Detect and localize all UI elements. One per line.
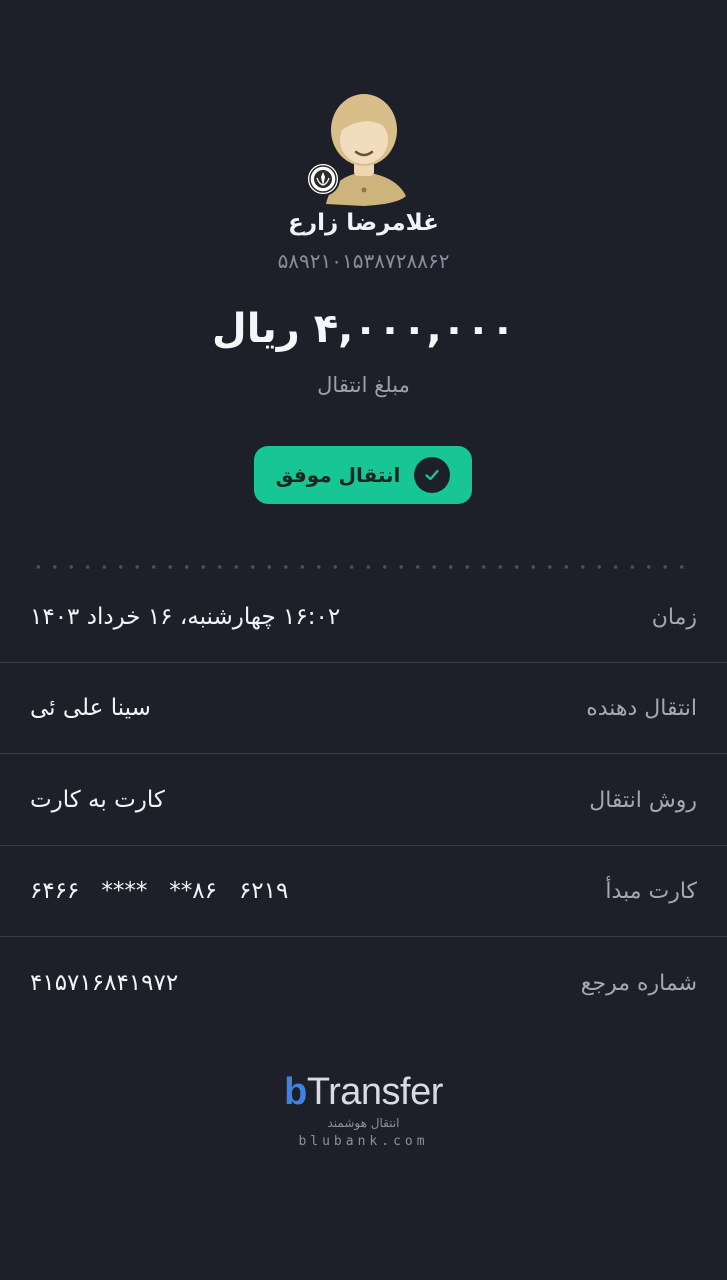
detail-row-reference: شماره مرجع ۴۱۵۷۱۶۸۴۱۹۷۲	[0, 938, 727, 1029]
detail-value: ۴۱۵۷۱۶۸۴۱۹۷۲	[30, 970, 179, 996]
detail-label: کارت مبدأ	[605, 879, 697, 904]
transfer-receipt-screen: غلامرضا زارع ۵۸۹۲۱۰۱۵۳۸۷۲۸۸۶۲ ۴,۰۰۰,۰۰۰ …	[0, 0, 727, 1280]
recipient-avatar	[302, 92, 422, 210]
brand-transfer-text: Transfer	[306, 1071, 444, 1113]
detail-label: روش انتقال	[589, 788, 697, 813]
detail-value: ۱۶:۰۲ چهارشنبه، ۱۶ خرداد ۱۴۰۳	[30, 604, 341, 630]
brand-wordmark: bTransfer	[284, 1070, 443, 1114]
brand-b-letter: b	[284, 1071, 307, 1113]
detail-label: زمان	[651, 605, 697, 630]
detail-row-sender: انتقال دهنده سینا علی ئی	[0, 663, 727, 754]
detail-value: سینا علی ئی	[30, 695, 151, 721]
transfer-amount: ۴,۰۰۰,۰۰۰ ریال	[212, 306, 515, 352]
status-badge: انتقال موفق	[254, 446, 472, 504]
recipient-card-number: ۵۸۹۲۱۰۱۵۳۸۷۲۸۸۶۲	[277, 249, 450, 273]
detail-value: کارت به کارت	[30, 787, 165, 813]
brand-tagline: انتقال هوشمند	[327, 1116, 400, 1130]
dotted-divider	[30, 565, 690, 569]
brand-domain: blubank.com	[298, 1134, 429, 1149]
detail-label: شماره مرجع	[580, 971, 697, 996]
transfer-amount-label: مبلغ انتقال	[317, 373, 410, 397]
detail-value: ۶۲۱۹ ۸۶** **** ۶۴۶۶	[30, 878, 289, 904]
detail-label: انتقال دهنده	[586, 696, 697, 721]
recipient-name: غلامرضا زارع	[288, 210, 439, 236]
btransfer-logo: bTransfer انتقال هوشمند blubank.com	[0, 1070, 727, 1149]
bank-seal-icon	[306, 162, 340, 196]
detail-row-method: روش انتقال کارت به کارت	[0, 755, 727, 846]
status-text: انتقال موفق	[275, 463, 401, 487]
check-circle-icon	[414, 457, 451, 493]
detail-row-source-card: کارت مبدأ ۶۲۱۹ ۸۶** **** ۶۴۶۶	[0, 846, 727, 937]
detail-row-time: زمان ۱۶:۰۲ چهارشنبه، ۱۶ خرداد ۱۴۰۳	[0, 572, 727, 663]
